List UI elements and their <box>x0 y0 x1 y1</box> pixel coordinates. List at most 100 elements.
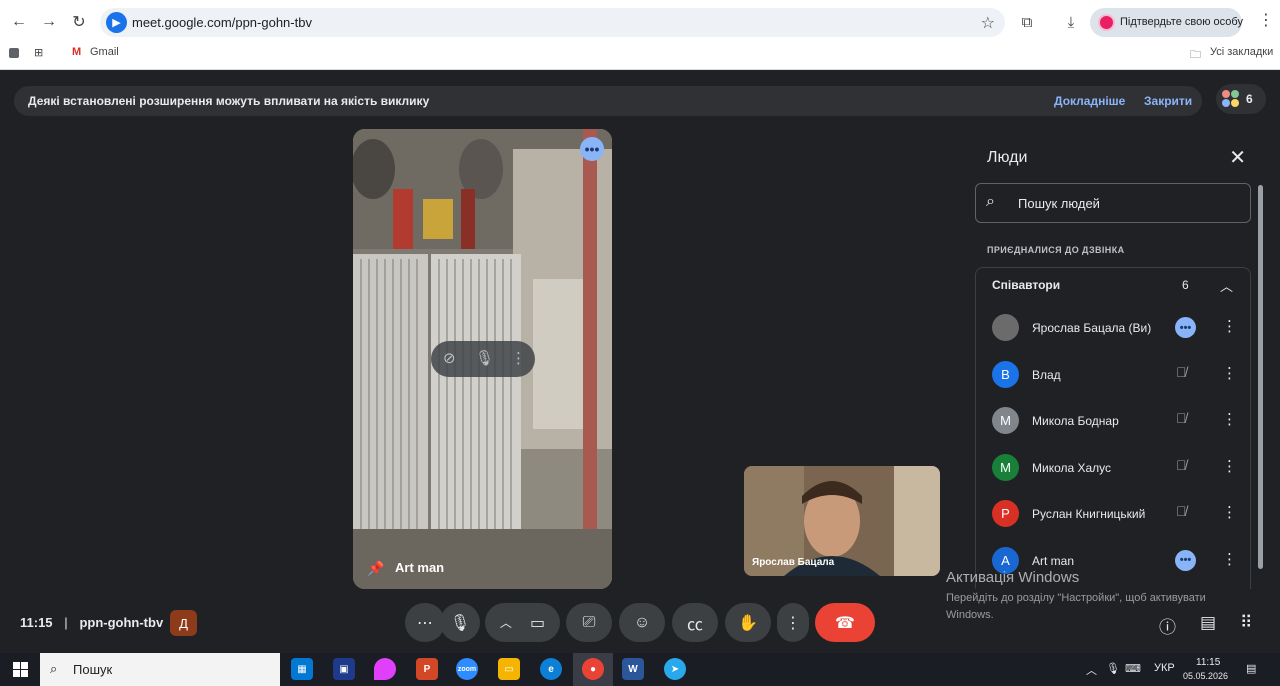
keyboard-icon[interactable]: ⌨ <box>1125 662 1141 675</box>
search-icon: ⌕ <box>50 661 58 676</box>
banner-close-link[interactable]: Закрити <box>1144 94 1192 108</box>
tray-mic-icon[interactable]: 🎙 <box>1106 662 1120 675</box>
contributors-label[interactable]: Співавтори <box>992 278 1060 292</box>
camera-button[interactable]: ︿ ▭ <box>485 603 560 642</box>
participants-count-button[interactable]: 6 <box>1216 84 1266 114</box>
forward-icon[interactable]: → <box>38 11 60 33</box>
meeting-badge[interactable]: Д <box>170 610 197 636</box>
learn-more-link[interactable]: Докладніше <box>1054 94 1125 108</box>
extensions-icon[interactable]: ⧉ <box>1016 11 1038 33</box>
browser-toolbar: ← → ↻ ▶ meet.google.com/ppn-gohn-tbv ☆ ⧉… <box>0 0 1280 70</box>
speaking-indicator-icon[interactable]: ••• <box>1175 549 1196 571</box>
tile-kebab-icon[interactable]: ⋮ <box>511 349 526 367</box>
save-icon[interactable]: ▣ <box>333 658 355 680</box>
self-video-tile[interactable]: Ярослав Бацала <box>744 466 940 576</box>
paint-drop-icon[interactable] <box>374 658 396 680</box>
avatar <box>992 314 1019 341</box>
participant-name: Руслан Книгницький <box>1032 507 1146 521</box>
taskbar-search-text: Пошук <box>73 662 113 677</box>
mic-off-icon[interactable]: 🎙̸ <box>1176 503 1187 519</box>
tab-group-icon[interactable] <box>9 48 19 58</box>
end-call-button[interactable]: ☎ <box>815 603 875 642</box>
chevron-up-icon[interactable]: ︿ <box>500 614 512 631</box>
tray-chevron-up-icon[interactable]: ︿ <box>1086 662 1097 678</box>
profile-avatar <box>1098 14 1115 31</box>
more-options-button[interactable]: ⋮ <box>777 603 809 642</box>
edge-icon[interactable]: e <box>540 658 562 680</box>
avatar: М <box>992 407 1019 434</box>
chevron-up-icon[interactable]: ︿ <box>1220 276 1233 295</box>
captions-button[interactable]: ㏄ <box>672 603 718 642</box>
participant-more-icon[interactable]: ⋮ <box>1222 364 1237 382</box>
present-screen-button[interactable]: ⎚ <box>566 603 612 642</box>
taskbar-time[interactable]: 11:15 <box>1196 657 1220 668</box>
chrome-icon[interactable]: ● <box>582 658 604 680</box>
apps-grid-icon[interactable]: ⊞ <box>34 46 43 59</box>
all-bookmarks[interactable]: Усі закладки <box>1210 46 1273 58</box>
browser-menu-icon[interactable]: ⋮ <box>1258 10 1274 30</box>
back-icon[interactable]: ← <box>8 11 30 33</box>
main-tile-name: Art man <box>395 560 445 575</box>
avatar: М <box>992 453 1019 481</box>
file-explorer-icon[interactable]: ▭ <box>498 658 520 680</box>
tile-more-options-icon[interactable]: ••• <box>580 137 604 161</box>
participants-avatars-icon <box>1222 90 1240 108</box>
avatar: Р <box>992 500 1019 527</box>
folder-icon: 🗀 <box>1190 49 1201 61</box>
profile-label: Підтвердьте свою особу <box>1120 16 1243 28</box>
avatar: В <box>992 360 1019 388</box>
participant-row[interactable]: Ярослав Бацала (Ви) ••• ⋮ <box>976 308 1252 352</box>
people-scrollbar[interactable] <box>1258 185 1263 569</box>
taskbar-date[interactable]: 05.05.2026 <box>1183 671 1228 681</box>
speaking-indicator-icon[interactable]: ••• <box>1175 317 1196 338</box>
participant-row[interactable]: В Влад 🎙̸ ⋮ <box>976 355 1252 399</box>
people-search-input[interactable]: ⌕ Пошук людей <box>975 183 1251 223</box>
bookmarks-bar: ⊞ M Gmail 🗀 Усі закладки <box>0 42 1280 64</box>
download-icon[interactable]: ⤓ <box>1060 11 1082 33</box>
mic-off-icon[interactable]: 🎙̸ <box>1176 410 1187 426</box>
banner-text: Деякі встановлені розширення можуть впли… <box>28 94 430 108</box>
microphone-button[interactable]: 🎙 <box>440 603 480 642</box>
meet-site-icon: ▶ <box>106 12 127 33</box>
participant-name: Микола Боднар <box>1032 414 1119 428</box>
separator: | <box>64 615 68 630</box>
bookmark-gmail[interactable]: Gmail <box>90 46 119 58</box>
reload-icon[interactable]: ↻ <box>68 11 90 33</box>
taskbar-search[interactable]: ⌕ Пошук <box>40 653 280 686</box>
mic-off-icon[interactable]: 🎙̸ <box>1176 364 1187 380</box>
mic-off-icon[interactable]: 🎙̸ <box>1176 457 1187 473</box>
notifications-icon[interactable]: ▤ <box>1246 662 1256 675</box>
word-icon[interactable]: W <box>622 658 644 680</box>
participant-row[interactable]: М Микола Халус 🎙̸ ⋮ <box>976 448 1252 492</box>
people-search-placeholder: Пошук людей <box>1018 196 1100 211</box>
store-icon[interactable]: ▦ <box>291 658 313 680</box>
participant-name: Микола Халус <box>1032 460 1112 475</box>
close-icon[interactable]: ✕ <box>1229 145 1246 170</box>
telegram-icon[interactable]: ➤ <box>664 658 686 680</box>
windows-start-icon[interactable] <box>13 662 28 677</box>
unpin-icon[interactable]: ⊘ <box>443 349 456 367</box>
people-panel-title: Люди <box>987 149 1028 166</box>
bookmark-star-icon[interactable]: ☆ <box>981 13 995 33</box>
language-indicator[interactable]: УКР <box>1154 662 1175 674</box>
powerpoint-icon[interactable]: P <box>416 658 438 680</box>
participant-more-icon[interactable]: ⋮ <box>1222 503 1237 521</box>
windows-taskbar: ⌕ Пошук ▦ ▣ P zoom ▭ e ● W ➤ ︿ 🎙 ⌨ УКР 1… <box>0 653 1280 686</box>
extension-warning-banner: Деякі встановлені розширення можуть впли… <box>14 86 1202 116</box>
participant-row[interactable]: М Микола Боднар 🎙̸ ⋮ <box>976 401 1252 445</box>
participant-more-icon[interactable]: ⋮ <box>1222 317 1237 335</box>
participant-more-icon[interactable]: ⋮ <box>1222 457 1237 475</box>
participant-row[interactable]: Р Руслан Книгницький 🎙̸ ⋮ <box>976 494 1252 538</box>
emoji-button[interactable]: ☺ <box>619 603 665 642</box>
more-reactions-button[interactable]: ⋯ <box>405 603 445 642</box>
meeting-code: ppn-gohn-tbv <box>79 615 164 630</box>
zoom-icon[interactable]: zoom <box>456 658 478 680</box>
participants-count: 6 <box>1246 92 1253 106</box>
main-video-tile[interactable]: ••• ⊘ 🎙 ⋮ 📌 Art man <box>353 129 612 589</box>
address-bar[interactable]: ▶ meet.google.com/ppn-gohn-tbv ☆ <box>100 8 1005 37</box>
participant-more-icon[interactable]: ⋮ <box>1222 410 1237 428</box>
mute-participant-icon[interactable]: 🎙 <box>475 349 494 367</box>
profile-button[interactable]: Підтвердьте свою особу <box>1090 8 1243 37</box>
participant-more-icon[interactable]: ⋮ <box>1222 550 1237 568</box>
raise-hand-button[interactable]: ✋ <box>725 603 771 642</box>
